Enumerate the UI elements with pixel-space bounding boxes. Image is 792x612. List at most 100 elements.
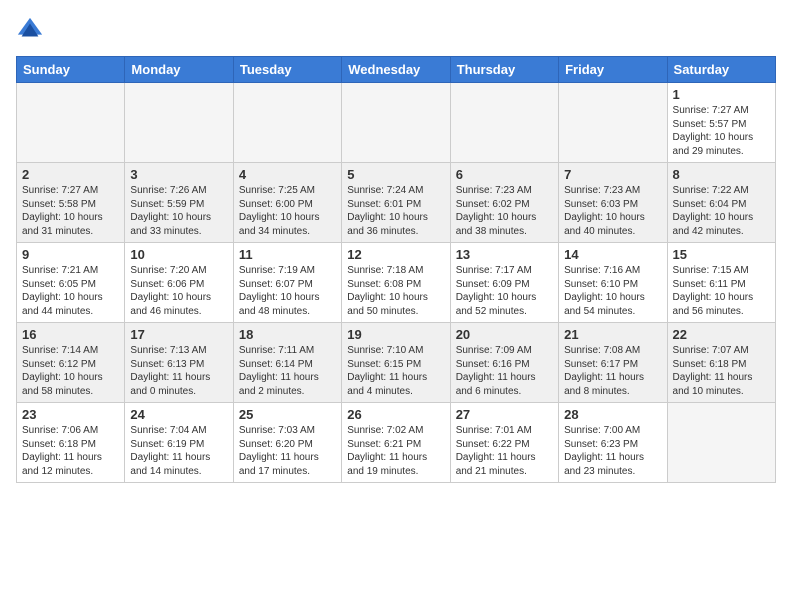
day-info: Sunrise: 7:00 AM Sunset: 6:23 PM Dayligh…	[564, 424, 661, 478]
day-info: Sunrise: 7:10 AM Sunset: 6:15 PM Dayligh…	[347, 344, 444, 398]
calendar-day-cell: 5 Sunrise: 7:24 AM Sunset: 6:01 PM Daylig…	[342, 163, 450, 243]
weekday-header: Saturday	[667, 57, 775, 83]
weekday-header: Wednesday	[342, 57, 450, 83]
calendar-day-cell: 14 Sunrise: 7:16 AM Sunset: 6:10 PM Dayli…	[559, 243, 667, 323]
day-number: 23	[22, 407, 119, 422]
calendar-week-row: 1Sunrise: 7:27 AM Sunset: 5:57 PM Daylig…	[17, 83, 776, 163]
day-number: 8	[673, 167, 770, 182]
day-number: 19	[347, 327, 444, 342]
day-info: Sunrise: 7:27 AM Sunset: 5:58 PM Dayligh…	[22, 184, 119, 238]
weekday-header: Thursday	[450, 57, 558, 83]
day-number: 13	[456, 247, 553, 262]
calendar-week-row: 16 Sunrise: 7:14 AM Sunset: 6:12 PM Dayli…	[17, 323, 776, 403]
day-number: 22	[673, 327, 770, 342]
calendar-day-cell: 3 Sunrise: 7:26 AM Sunset: 5:59 PM Daylig…	[125, 163, 233, 243]
day-number: 12	[347, 247, 444, 262]
day-number: 10	[130, 247, 227, 262]
day-info: Sunrise: 7:20 AM Sunset: 6:06 PM Dayligh…	[130, 264, 227, 318]
day-number: 20	[456, 327, 553, 342]
day-number: 3	[130, 167, 227, 182]
day-info: Sunrise: 7:06 AM Sunset: 6:18 PM Dayligh…	[22, 424, 119, 478]
day-number: 21	[564, 327, 661, 342]
day-info: Sunrise: 7:14 AM Sunset: 6:12 PM Dayligh…	[22, 344, 119, 398]
day-info: Sunrise: 7:07 AM Sunset: 6:18 PM Dayligh…	[673, 344, 770, 398]
day-number: 14	[564, 247, 661, 262]
calendar-day-cell: 1Sunrise: 7:27 AM Sunset: 5:57 PM Daylig…	[667, 83, 775, 163]
weekday-header: Friday	[559, 57, 667, 83]
weekday-header: Tuesday	[233, 57, 341, 83]
day-info: Sunrise: 7:24 AM Sunset: 6:01 PM Dayligh…	[347, 184, 444, 238]
day-info: Sunrise: 7:02 AM Sunset: 6:21 PM Dayligh…	[347, 424, 444, 478]
day-number: 25	[239, 407, 336, 422]
calendar-day-cell: 8 Sunrise: 7:22 AM Sunset: 6:04 PM Daylig…	[667, 163, 775, 243]
day-number: 4	[239, 167, 336, 182]
day-number: 5	[347, 167, 444, 182]
calendar-day-cell	[233, 83, 341, 163]
calendar-day-cell	[559, 83, 667, 163]
day-info: Sunrise: 7:26 AM Sunset: 5:59 PM Dayligh…	[130, 184, 227, 238]
day-number: 15	[673, 247, 770, 262]
day-info: Sunrise: 7:03 AM Sunset: 6:20 PM Dayligh…	[239, 424, 336, 478]
calendar-day-cell: 22 Sunrise: 7:07 AM Sunset: 6:18 PM Dayli…	[667, 323, 775, 403]
calendar-day-cell	[17, 83, 125, 163]
day-number: 17	[130, 327, 227, 342]
calendar-day-cell	[450, 83, 558, 163]
day-info: Sunrise: 7:21 AM Sunset: 6:05 PM Dayligh…	[22, 264, 119, 318]
day-number: 27	[456, 407, 553, 422]
calendar-day-cell: 10 Sunrise: 7:20 AM Sunset: 6:06 PM Dayli…	[125, 243, 233, 323]
calendar-day-cell: 27 Sunrise: 7:01 AM Sunset: 6:22 PM Dayli…	[450, 403, 558, 483]
page-header	[16, 16, 776, 44]
day-info: Sunrise: 7:13 AM Sunset: 6:13 PM Dayligh…	[130, 344, 227, 398]
day-info: Sunrise: 7:11 AM Sunset: 6:14 PM Dayligh…	[239, 344, 336, 398]
calendar-day-cell: 16 Sunrise: 7:14 AM Sunset: 6:12 PM Dayli…	[17, 323, 125, 403]
day-number: 11	[239, 247, 336, 262]
day-info: Sunrise: 7:04 AM Sunset: 6:19 PM Dayligh…	[130, 424, 227, 478]
day-number: 6	[456, 167, 553, 182]
calendar-day-cell: 18 Sunrise: 7:11 AM Sunset: 6:14 PM Dayli…	[233, 323, 341, 403]
day-info: Sunrise: 7:18 AM Sunset: 6:08 PM Dayligh…	[347, 264, 444, 318]
weekday-header: Monday	[125, 57, 233, 83]
calendar-day-cell: 20 Sunrise: 7:09 AM Sunset: 6:16 PM Dayli…	[450, 323, 558, 403]
calendar-day-cell	[125, 83, 233, 163]
day-number: 7	[564, 167, 661, 182]
day-info: Sunrise: 7:01 AM Sunset: 6:22 PM Dayligh…	[456, 424, 553, 478]
day-number: 16	[22, 327, 119, 342]
calendar-day-cell: 25 Sunrise: 7:03 AM Sunset: 6:20 PM Dayli…	[233, 403, 341, 483]
day-info: Sunrise: 7:25 AM Sunset: 6:00 PM Dayligh…	[239, 184, 336, 238]
calendar-day-cell: 17 Sunrise: 7:13 AM Sunset: 6:13 PM Dayli…	[125, 323, 233, 403]
day-info: Sunrise: 7:23 AM Sunset: 6:02 PM Dayligh…	[456, 184, 553, 238]
calendar-day-cell: 19 Sunrise: 7:10 AM Sunset: 6:15 PM Dayli…	[342, 323, 450, 403]
day-number: 18	[239, 327, 336, 342]
calendar-day-cell: 4 Sunrise: 7:25 AM Sunset: 6:00 PM Daylig…	[233, 163, 341, 243]
day-info: Sunrise: 7:08 AM Sunset: 6:17 PM Dayligh…	[564, 344, 661, 398]
day-number: 26	[347, 407, 444, 422]
calendar-day-cell: 15 Sunrise: 7:15 AM Sunset: 6:11 PM Dayli…	[667, 243, 775, 323]
day-info: Sunrise: 7:16 AM Sunset: 6:10 PM Dayligh…	[564, 264, 661, 318]
calendar-day-cell: 11Sunrise: 7:19 AM Sunset: 6:07 PM Dayli…	[233, 243, 341, 323]
calendar-day-cell: 9 Sunrise: 7:21 AM Sunset: 6:05 PM Daylig…	[17, 243, 125, 323]
day-number: 28	[564, 407, 661, 422]
calendar-table: SundayMondayTuesdayWednesdayThursdayFrid…	[16, 56, 776, 483]
calendar-day-cell: 6 Sunrise: 7:23 AM Sunset: 6:02 PM Daylig…	[450, 163, 558, 243]
day-info: Sunrise: 7:23 AM Sunset: 6:03 PM Dayligh…	[564, 184, 661, 238]
calendar-day-cell: 13Sunrise: 7:17 AM Sunset: 6:09 PM Dayli…	[450, 243, 558, 323]
calendar-header-row: SundayMondayTuesdayWednesdayThursdayFrid…	[17, 57, 776, 83]
day-info: Sunrise: 7:09 AM Sunset: 6:16 PM Dayligh…	[456, 344, 553, 398]
logo-icon	[16, 16, 44, 44]
day-info: Sunrise: 7:22 AM Sunset: 6:04 PM Dayligh…	[673, 184, 770, 238]
weekday-header: Sunday	[17, 57, 125, 83]
calendar-day-cell: 23 Sunrise: 7:06 AM Sunset: 6:18 PM Dayli…	[17, 403, 125, 483]
calendar-day-cell: 2 Sunrise: 7:27 AM Sunset: 5:58 PM Daylig…	[17, 163, 125, 243]
day-number: 2	[22, 167, 119, 182]
day-number: 24	[130, 407, 227, 422]
logo	[16, 16, 48, 44]
calendar-day-cell	[342, 83, 450, 163]
day-info: Sunrise: 7:27 AM Sunset: 5:57 PM Dayligh…	[673, 104, 770, 158]
day-number: 9	[22, 247, 119, 262]
calendar-week-row: 2 Sunrise: 7:27 AM Sunset: 5:58 PM Daylig…	[17, 163, 776, 243]
day-info: Sunrise: 7:15 AM Sunset: 6:11 PM Dayligh…	[673, 264, 770, 318]
calendar-week-row: 23 Sunrise: 7:06 AM Sunset: 6:18 PM Dayli…	[17, 403, 776, 483]
calendar-day-cell: 28 Sunrise: 7:00 AM Sunset: 6:23 PM Dayli…	[559, 403, 667, 483]
calendar-day-cell: 24 Sunrise: 7:04 AM Sunset: 6:19 PM Dayli…	[125, 403, 233, 483]
calendar-day-cell: 7 Sunrise: 7:23 AM Sunset: 6:03 PM Daylig…	[559, 163, 667, 243]
